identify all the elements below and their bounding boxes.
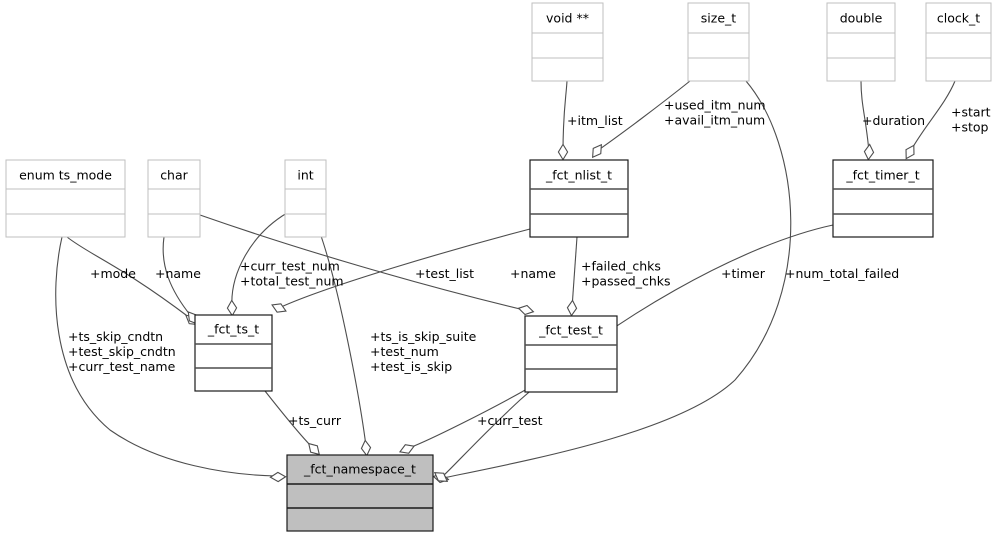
edge-label-r_mode: +mode: [90, 266, 136, 281]
edge-label-r_chks: +failed_chks +passed_chks: [581, 258, 671, 288]
class-box-fct_ts_t[interactable]: _fct_ts_t: [194, 314, 273, 392]
class-box-fct_timer_t[interactable]: _fct_timer_t: [832, 159, 934, 238]
class-title-fct_ts_t: _fct_ts_t: [207, 322, 259, 337]
aggregation-diamond-r_start_stop: [905, 144, 915, 160]
class-title-size_t: size_t: [701, 11, 736, 26]
class-box-fct_nlist_t[interactable]: _fct_nlist_t: [529, 159, 629, 238]
class-box-fct_test_t[interactable]: _fct_test_t: [524, 315, 618, 393]
class-title-fct_timer_t: _fct_timer_t: [845, 168, 919, 183]
edge-label-r_name_ts: +name: [155, 266, 201, 281]
class-box-void_pp[interactable]: void **: [531, 2, 604, 82]
aggregation-diamond-r_itm_num: [592, 143, 602, 159]
class-box-enum_ts_mode[interactable]: enum ts_mode: [5, 159, 126, 238]
class-box-double[interactable]: double: [826, 2, 896, 82]
aggregation-diamond-r_chks: [566, 299, 578, 317]
relation-r_name_ts: [162, 236, 199, 325]
aggregation-diamond-r_curr_test: [398, 444, 416, 454]
class-title-char: char: [160, 168, 188, 183]
aggregation-diamond-r_skip_cndtn: [269, 471, 287, 483]
class-box-int[interactable]: int: [284, 159, 327, 238]
aggregation-diamond-r_is_skip: [360, 439, 372, 457]
aggregation-diamond-r_name_test: [517, 304, 535, 316]
edge-label-r_ts_curr: +ts_curr: [288, 413, 342, 428]
edge-label-r_num_failed: +num_total_failed: [785, 266, 899, 281]
edge-label-r_start_stop: +start +stop: [951, 104, 991, 134]
edge-label-r_curr_test: +curr_test: [477, 413, 543, 428]
aggregation-diamond-r_itm_list: [557, 143, 569, 161]
class-title-clock_t: clock_t: [937, 11, 980, 26]
uml-diagram-canvas: void ** size_t double clock_tenum ts_mode ch…: [0, 0, 1000, 537]
edge-label-r_test_list: +test_list: [415, 266, 474, 281]
class-box-char[interactable]: char: [147, 159, 201, 238]
relation-r_chks: [566, 236, 578, 317]
edge-label-r_name_test: +name: [510, 266, 556, 281]
class-title-fct_namespace_t: _fct_namespace_t: [303, 462, 416, 477]
class-box-fct_namespace_t[interactable]: _fct_namespace_t: [286, 454, 434, 532]
class-title-int: int: [297, 168, 313, 183]
class-box-clock_t[interactable]: clock_t: [925, 2, 992, 82]
aggregation-diamond-r_test_list: [271, 303, 287, 313]
relation-line-r_chks: [571, 236, 578, 309]
class-title-fct_test_t: _fct_test_t: [538, 323, 603, 338]
edge-label-r_itm_list: +itm_list: [567, 113, 623, 128]
class-title-fct_nlist_t: _fct_nlist_t: [545, 168, 612, 183]
relation-r_mode: [66, 236, 199, 326]
uml-svg: void ** size_t double clock_tenum ts_mode ch…: [5, 2, 992, 532]
aggregation-diamond-r_duration: [863, 143, 875, 161]
edge-label-r_is_skip: +ts_is_skip_suite +test_num +test_is_skip: [370, 329, 477, 374]
class-box-size_t[interactable]: size_t: [687, 2, 750, 82]
edge-label-r_duration: +duration: [862, 113, 925, 128]
edge-label-r_skip_cndtn: +ts_skip_cndtn +test_skip_cndtn +curr_test…: [68, 329, 176, 374]
class-title-enum_ts_mode: enum ts_mode: [19, 168, 112, 183]
class-title-void_pp: void **: [546, 11, 589, 26]
edge-label-r_timer: +timer: [721, 266, 766, 281]
edge-label-r_itm_num: +used_itm_num +avail_itm_num: [664, 97, 766, 127]
aggregation-diamond-r_test_num: [226, 299, 238, 317]
class-title-double: double: [840, 11, 883, 26]
edge-label-r_test_num: +curr_test_num +total_test_num: [240, 258, 344, 288]
